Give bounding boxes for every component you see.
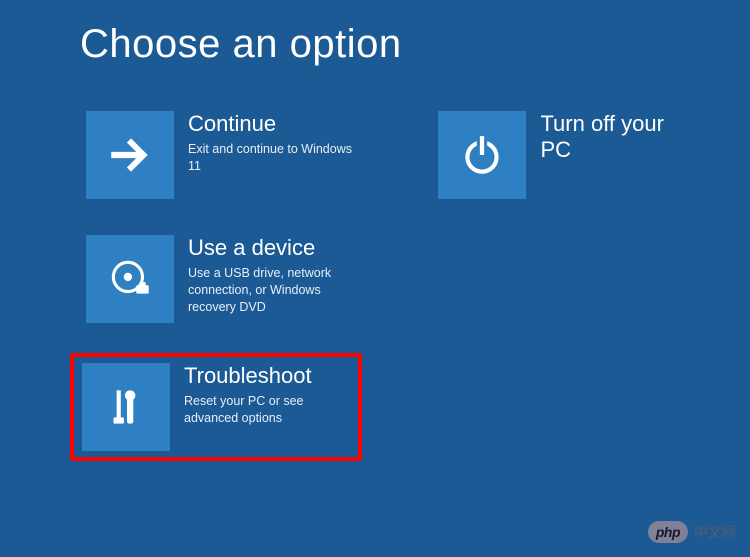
option-turn-off-title: Turn off your PC xyxy=(540,111,664,164)
option-troubleshoot-text: Troubleshoot Reset your PC or see advanc… xyxy=(184,363,350,427)
option-troubleshoot-desc: Reset your PC or see advanced options xyxy=(184,393,350,427)
watermark-logo-text: php xyxy=(648,521,688,543)
watermark: php 中文网 xyxy=(648,521,736,543)
options-column-right: Turn off your PC xyxy=(432,105,670,461)
option-turn-off-text: Turn off your PC xyxy=(540,111,664,168)
disc-usb-icon xyxy=(86,235,174,323)
watermark-logo: php xyxy=(648,521,688,543)
option-turn-off[interactable]: Turn off your PC xyxy=(432,105,670,205)
option-troubleshoot-title: Troubleshoot xyxy=(184,363,350,389)
options-grid: Continue Exit and continue to Windows 11… xyxy=(80,105,670,461)
power-icon xyxy=(438,111,526,199)
option-continue-desc: Exit and continue to Windows 11 xyxy=(188,141,356,175)
options-column-left: Continue Exit and continue to Windows 11… xyxy=(80,105,362,461)
recovery-options-screen: Choose an option Continue Exit and conti… xyxy=(0,0,750,483)
option-continue-text: Continue Exit and continue to Windows 11 xyxy=(188,111,356,175)
option-use-device-title: Use a device xyxy=(188,235,356,261)
option-continue-title: Continue xyxy=(188,111,356,137)
option-continue[interactable]: Continue Exit and continue to Windows 11 xyxy=(80,105,362,205)
option-use-device-desc: Use a USB drive, network connection, or … xyxy=(188,265,356,316)
tools-icon xyxy=(82,363,170,451)
arrow-right-icon xyxy=(86,111,174,199)
page-title: Choose an option xyxy=(80,22,670,67)
option-troubleshoot[interactable]: Troubleshoot Reset your PC or see advanc… xyxy=(70,353,362,461)
option-use-device-text: Use a device Use a USB drive, network co… xyxy=(188,235,356,316)
watermark-label: 中文网 xyxy=(694,522,736,542)
option-use-device[interactable]: Use a device Use a USB drive, network co… xyxy=(80,229,362,329)
